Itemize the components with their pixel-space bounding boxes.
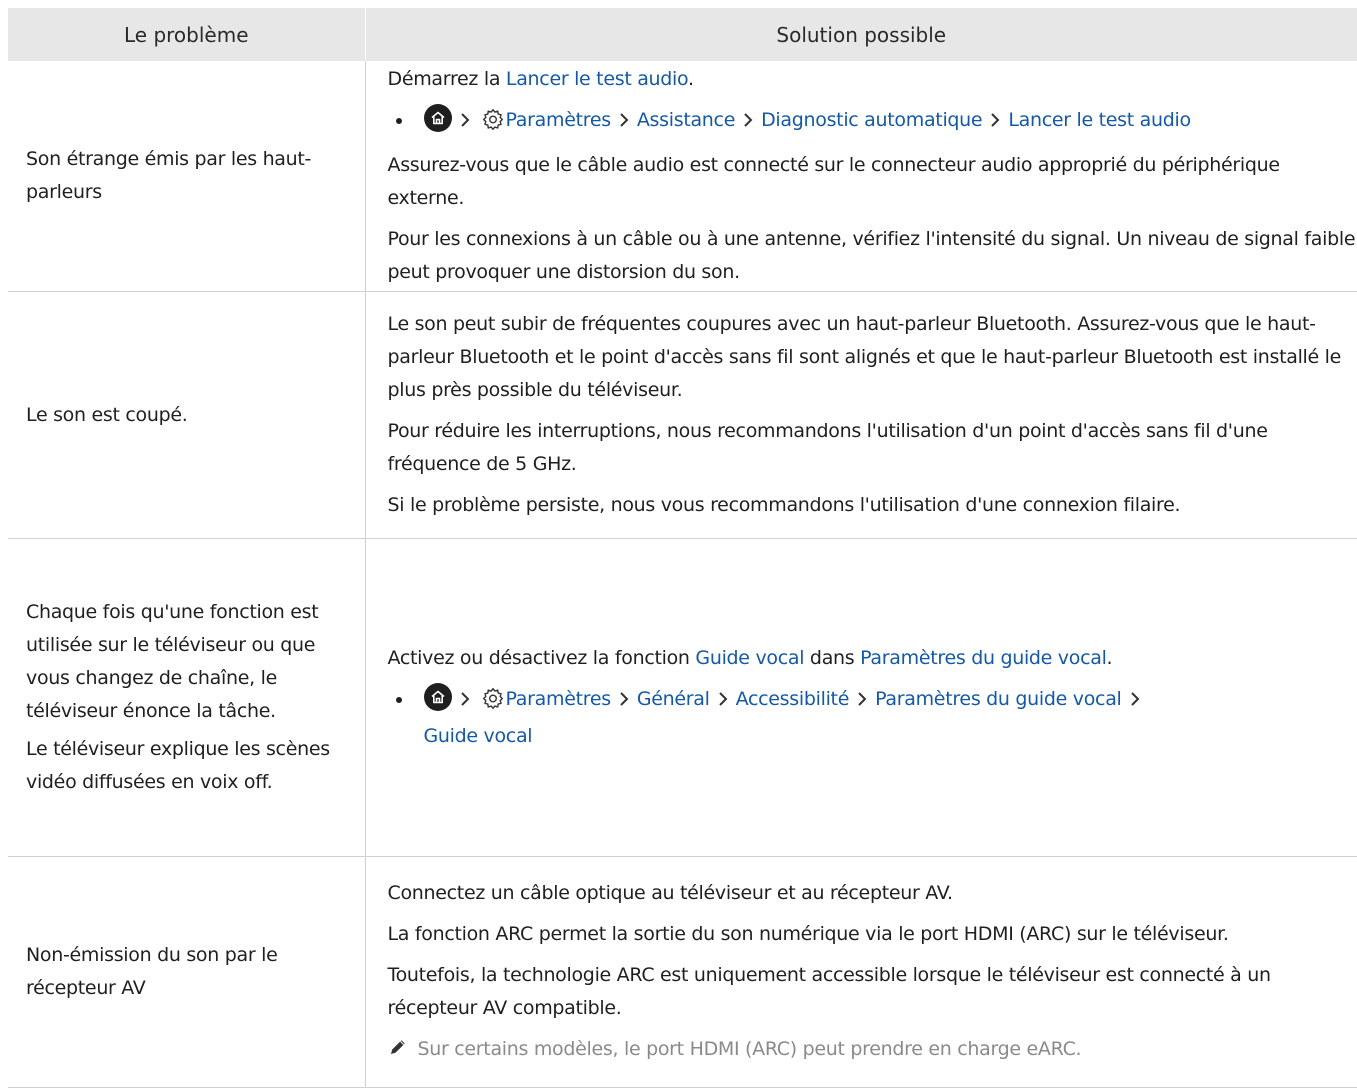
solution-paragraph: Toutefois, la technologie ARC est unique… xyxy=(388,959,1357,1025)
home-icon xyxy=(424,104,452,132)
solution-cell: Le son peut subir de fréquentes coupures… xyxy=(365,292,1357,539)
table-row: Chaque fois qu'une fonction est utilisée… xyxy=(8,539,1357,857)
bullet-icon xyxy=(396,118,402,124)
problem-cell: Chaque fois qu'une fonction est utilisée… xyxy=(8,539,365,857)
solution-paragraph: Pour réduire les interruptions, nous rec… xyxy=(388,415,1357,481)
chevron-right-icon xyxy=(710,686,736,719)
pencil-icon xyxy=(388,1035,408,1068)
link-voice-guide-settings[interactable]: Paramètres du guide vocal xyxy=(860,647,1106,669)
menu-path: Paramètres Général Accessibilité Paramètres… xyxy=(388,683,1357,753)
chevron-right-icon xyxy=(611,107,637,140)
note: Sur certains modèles, le port HDMI (ARC)… xyxy=(388,1033,1357,1068)
problem-cell: Son étrange émis par les haut-parleurs xyxy=(8,61,365,292)
bullet-icon xyxy=(396,697,402,703)
note-text: Sur certains modèles, le port HDMI (ARC)… xyxy=(418,1038,1082,1060)
path-support[interactable]: Assistance xyxy=(637,109,735,131)
solution-intro: Activez ou désactivez la fonction Guide … xyxy=(388,642,1357,675)
troubleshooting-table: Le problème Solution possible Son étrang… xyxy=(8,8,1357,1088)
table-row: Le son est coupé. Le son peut subir de f… xyxy=(8,292,1357,539)
link-voice-guide[interactable]: Guide vocal xyxy=(695,647,804,669)
solution-paragraph: La fonction ARC permet la sortie du son … xyxy=(388,918,1357,951)
path-voice-guide[interactable]: Guide vocal xyxy=(424,725,533,747)
solution-paragraph: Le son peut subir de fréquentes coupures… xyxy=(388,308,1357,407)
problem-cell: Le son est coupé. xyxy=(8,292,365,539)
home-icon xyxy=(424,683,452,711)
problem-text: Chaque fois qu'une fonction est utilisée… xyxy=(26,596,349,728)
problem-cell: Non-émission du son par le récepteur AV xyxy=(8,857,365,1088)
table-row: Non-émission du son par le récepteur AV … xyxy=(8,857,1357,1088)
chevron-right-icon xyxy=(735,107,761,140)
solution-paragraph: Connectez un câble optique au téléviseur… xyxy=(388,877,1357,910)
path-voice-guide-settings[interactable]: Paramètres du guide vocal xyxy=(875,688,1121,710)
header-solution: Solution possible xyxy=(365,8,1357,61)
path-self-diagnosis[interactable]: Diagnostic automatique xyxy=(761,109,982,131)
gear-icon xyxy=(482,108,504,141)
table-row: Son étrange émis par les haut-parleurs D… xyxy=(8,61,1357,292)
solution-paragraph: Assurez-vous que le câble audio est conn… xyxy=(388,149,1357,215)
solution-paragraph: Pour les connexions à un câble ou à une … xyxy=(388,223,1357,289)
solution-paragraph: Si le problème persiste, nous vous recom… xyxy=(388,489,1357,522)
table-header-row: Le problème Solution possible xyxy=(8,8,1357,61)
chevron-right-icon xyxy=(849,686,875,719)
menu-path: Paramètres Assistance Diagnostic automatiq… xyxy=(388,104,1357,141)
chevron-right-icon xyxy=(1122,686,1148,719)
path-settings[interactable]: Paramètres xyxy=(506,688,611,710)
problem-text: Le son est coupé. xyxy=(26,399,349,432)
solution-cell: Connectez un câble optique au téléviseur… xyxy=(365,857,1357,1088)
solution-intro: Démarrez la Lancer le test audio. xyxy=(388,63,1357,96)
header-problem: Le problème xyxy=(8,8,365,61)
solution-cell: Démarrez la Lancer le test audio. Paramè… xyxy=(365,61,1357,292)
chevron-right-icon xyxy=(611,686,637,719)
path-accessibility[interactable]: Accessibilité xyxy=(736,688,849,710)
problem-text: Non-émission du son par le récepteur AV xyxy=(26,939,349,1005)
path-general[interactable]: Général xyxy=(637,688,710,710)
gear-icon xyxy=(482,687,504,720)
path-settings[interactable]: Paramètres xyxy=(506,109,611,131)
chevron-right-icon xyxy=(982,107,1008,140)
solution-cell: Activez ou désactivez la fonction Guide … xyxy=(365,539,1357,857)
problem-text: Le téléviseur explique les scènes vidéo … xyxy=(26,733,349,799)
problem-text: Son étrange émis par les haut-parleurs xyxy=(26,143,349,209)
chevron-right-icon xyxy=(452,107,478,140)
path-sound-test[interactable]: Lancer le test audio xyxy=(1008,109,1190,131)
link-sound-test[interactable]: Lancer le test audio xyxy=(506,68,688,90)
chevron-right-icon xyxy=(452,686,478,719)
